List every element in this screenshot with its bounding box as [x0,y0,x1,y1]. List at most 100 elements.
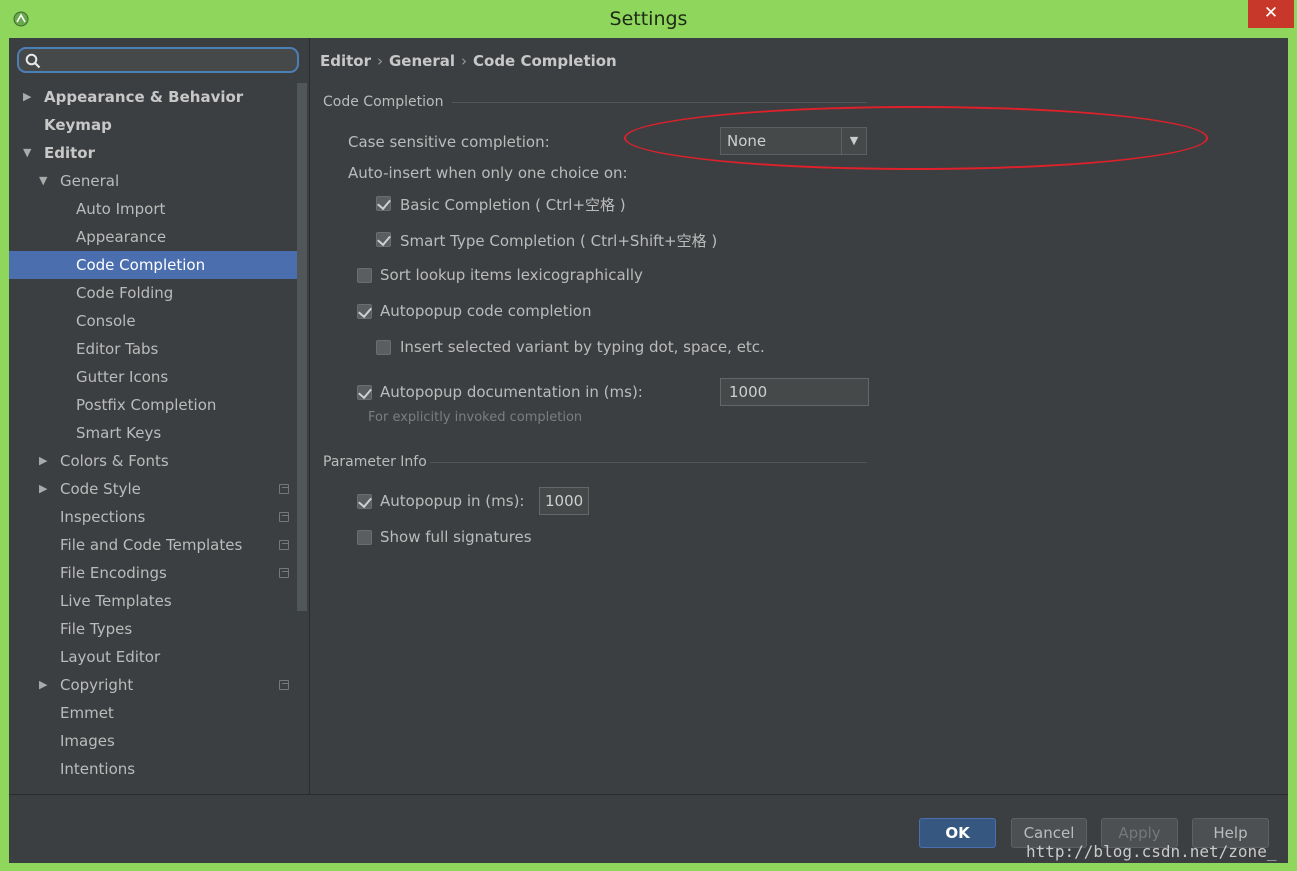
ok-button[interactable]: OK [919,818,996,848]
basic-completion-checkbox[interactable] [376,196,391,211]
auto-insert-label: Auto-insert when only one choice on: [348,164,628,182]
sidebar-item[interactable]: Inspections [9,503,297,531]
sidebar-item-label: Editor [44,144,95,162]
breadcrumb-code-completion: Code Completion [473,52,617,70]
autopopup-doc-checkbox[interactable] [357,385,372,400]
param-autopopup-input[interactable]: 1000 [539,487,589,515]
show-full-signatures-checkbox[interactable] [357,530,372,545]
sidebar-item-label: Live Templates [60,592,172,610]
case-sensitive-label: Case sensitive completion: [348,133,550,151]
sidebar-item[interactable]: Gutter Icons [9,363,297,391]
sort-lookup-checkbox[interactable] [357,268,372,283]
sidebar-item[interactable]: Auto Import [9,195,297,223]
sidebar-item[interactable]: ▼ General [9,167,297,195]
sidebar-item-label: Copyright [60,676,134,694]
sidebar-item[interactable]: Layout Editor [9,643,297,671]
sidebar-item-label: File and Code Templates [60,536,243,554]
param-autopopup-label[interactable]: Autopopup in (ms): [380,492,524,510]
expand-right-icon[interactable]: ▶ [39,475,47,503]
sidebar-item[interactable]: Appearance [9,223,297,251]
sidebar-item-label: Code Folding [76,284,174,302]
show-full-signatures-label[interactable]: Show full signatures [380,528,532,546]
sidebar-item[interactable]: Keymap [9,111,297,139]
param-autopopup-checkbox[interactable] [357,494,372,509]
autopopup-code-checkbox[interactable] [357,304,372,319]
expand-down-icon[interactable]: ▼ [39,167,47,195]
sidebar-item-label: Inspections [60,508,146,526]
parameter-info-group-title: Parameter Info [323,454,427,470]
dialog-body: ▶ Appearance & Behavior Keymap ▼ Editor ▼ Gene… [9,38,1288,863]
sidebar-item-label: Layout Editor [60,648,161,666]
settings-content: Editor › General › Code Completion Code Comp… [310,38,1288,794]
sidebar-item[interactable]: Intentions [9,755,297,783]
settings-sidebar: ▶ Appearance & Behavior Keymap ▼ Editor ▼ Gene… [9,38,310,794]
sidebar-item-label: Keymap [44,116,112,134]
sidebar-item[interactable]: ▶ Colors & Fonts [9,447,297,475]
sidebar-item[interactable]: ▶ Appearance & Behavior [9,83,297,111]
sidebar-item-label: Emmet [60,704,114,722]
sidebar-item-label: Appearance & Behavior [44,88,244,106]
sidebar-item-label: Colors & Fonts [60,452,169,470]
smart-type-completion-label[interactable]: Smart Type Completion ( Ctrl+Shift+空格 ) [400,230,717,251]
sidebar-item[interactable]: Editor Tabs [9,335,297,363]
annotation-ellipse [624,106,1208,170]
settings-window: Settings ✕ ▶ Appearance & Behavior Keymap ▼… [0,0,1297,871]
sidebar-item-label: Appearance [76,228,167,246]
sidebar-item-label: Editor Tabs [76,340,159,358]
explicit-completion-hint: For explicitly invoked completion [368,410,583,425]
sidebar-item[interactable]: Code Folding [9,279,297,307]
group-divider [452,102,867,103]
window-title: Settings [609,8,688,30]
search-input[interactable] [47,51,291,71]
sidebar-item[interactable]: Postfix Completion [9,391,297,419]
project-scope-icon [279,568,289,578]
project-scope-icon [279,512,289,522]
breadcrumb: Editor › General › Code Completion [320,52,617,70]
sidebar-item-label: Code Completion [76,256,206,274]
breadcrumb-separator: › [461,52,467,70]
watermark: http://blog.csdn.net/zone_ [1026,842,1277,861]
sidebar-item[interactable]: ▼ Editor [9,139,297,167]
code-completion-group-title: Code Completion [323,94,444,110]
sidebar-item[interactable]: Console [9,307,297,335]
sidebar-item[interactable]: Emmet [9,699,297,727]
sidebar-item-label: Code Style [60,480,141,498]
search-icon [25,53,41,69]
smart-type-completion-checkbox[interactable] [376,232,391,247]
title-bar[interactable]: Settings ✕ [0,0,1297,38]
breadcrumb-separator: › [377,52,383,70]
expand-right-icon[interactable]: ▶ [39,671,47,699]
insert-selected-label[interactable]: Insert selected variant by typing dot, s… [400,338,765,356]
sidebar-item[interactable]: File and Code Templates [9,531,297,559]
sidebar-item[interactable]: File Encodings [9,559,297,587]
search-box[interactable] [17,47,299,73]
sidebar-item[interactable]: Smart Keys [9,419,297,447]
breadcrumb-general: General [389,52,455,70]
sidebar-item-label: Gutter Icons [76,368,169,386]
project-scope-icon [279,680,289,690]
sidebar-item-label: File Types [60,620,133,638]
breadcrumb-editor: Editor [320,52,371,70]
sidebar-item[interactable]: File Types [9,615,297,643]
group-divider [430,462,867,463]
sidebar-item[interactable]: ▶ Code Style [9,475,297,503]
expand-right-icon[interactable]: ▶ [39,447,47,475]
close-button[interactable]: ✕ [1248,0,1294,28]
sidebar-item-label: Auto Import [76,200,166,218]
sort-lookup-label[interactable]: Sort lookup items lexicographically [380,266,643,284]
autopopup-doc-label[interactable]: Autopopup documentation in (ms): [380,383,643,401]
autopopup-code-label[interactable]: Autopopup code completion [380,302,591,320]
expand-right-icon[interactable]: ▶ [23,83,31,111]
expand-down-icon[interactable]: ▼ [23,139,31,167]
sidebar-item-label: Postfix Completion [76,396,217,414]
insert-selected-checkbox[interactable] [376,340,391,355]
basic-completion-label[interactable]: Basic Completion ( Ctrl+空格 ) [400,194,626,215]
autopopup-doc-input[interactable]: 1000 [720,378,869,406]
sidebar-item[interactable]: Code Completion [9,251,297,279]
sidebar-item-label: File Encodings [60,564,167,582]
sidebar-item[interactable]: Live Templates [9,587,297,615]
sidebar-item[interactable]: ▶ Copyright [9,671,297,699]
sidebar-item[interactable]: Images [9,727,297,755]
sidebar-scrollbar[interactable] [297,83,307,611]
close-icon: ✕ [1263,3,1279,23]
